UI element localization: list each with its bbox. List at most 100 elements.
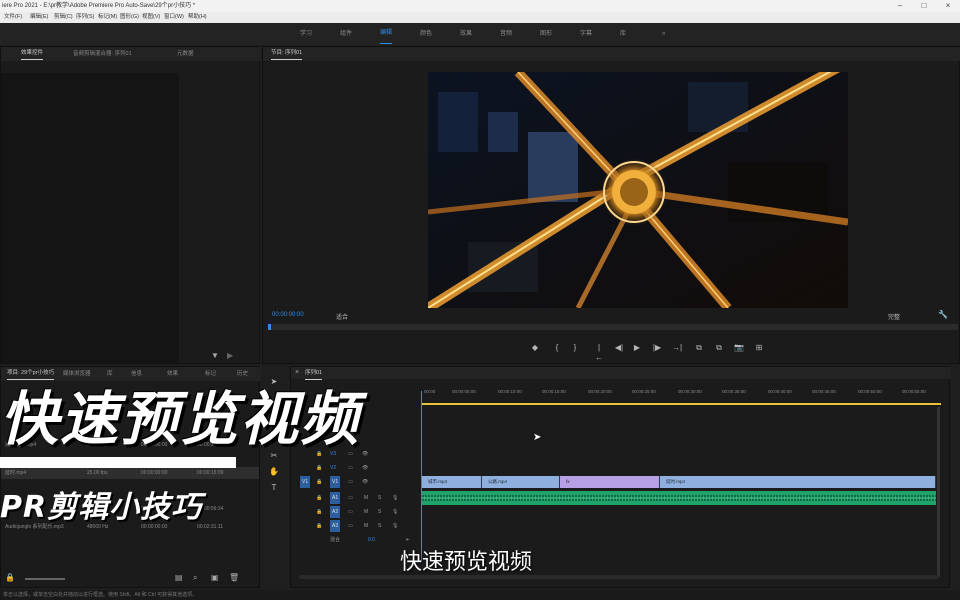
quality-dropdown[interactable]: 完整 [888,312,900,321]
clip-label: 延时.mp4 [666,479,686,484]
maximize-icon[interactable]: □ [912,0,936,12]
tab-program[interactable]: 节目: 序列01 [271,47,303,60]
lock-icon[interactable]: 🔒 [316,520,322,532]
workspace-learning[interactable]: 学习 [300,23,312,45]
track-header-v1[interactable]: V1 🔒 V1 ▭ 👁 [296,476,421,488]
workspace-audio[interactable]: 音频 [500,23,512,45]
go-to-in-icon[interactable]: |← [594,343,604,362]
menu-sequence[interactable]: 序列(S) [76,12,94,23]
export-frame-icon[interactable]: 📷 [734,343,744,353]
workspace-color[interactable]: 颜色 [420,23,432,45]
mic-icon[interactable]: 🎙 [392,492,398,504]
close-icon[interactable]: × [936,0,960,12]
program-video-frame[interactable] [428,72,848,308]
lift-icon[interactable]: ⧉ [694,343,704,353]
audio-clip-a1[interactable] [422,491,936,505]
play-icon[interactable]: ▶ [632,343,642,353]
ruler-tick: 00:00:55:00 [902,389,926,394]
mic-icon[interactable]: 🎙 [392,506,398,518]
solo-icon[interactable]: S [378,520,381,532]
monitor-playhead[interactable] [268,324,271,330]
menu-marker[interactable]: 标记(M) [98,12,117,23]
solo-icon[interactable]: S [378,506,381,518]
menu-edit[interactable]: 编辑(E) [30,12,48,23]
monitor-scrubber[interactable] [268,324,958,330]
menu-window[interactable]: 窗口(W) [164,12,184,23]
clear-icon[interactable]: 🗑 [229,573,239,582]
lock-icon[interactable]: 🔒 [316,476,322,488]
timeline-vertical-scrollbar[interactable] [937,407,940,577]
track-header-a1[interactable]: 🔒 A1 ▭ M S 🎙 [296,492,421,504]
mark-in-icon[interactable]: { [552,343,562,353]
menu-graphics[interactable]: 图形(G) [120,12,139,23]
timeline-horizontal-scrollbar[interactable] [299,575,939,579]
minimize-icon[interactable]: – [888,0,912,12]
sync-icon[interactable]: ▭ [348,476,353,488]
project-footer: 🔒 ▤ ⌕ ▣ 🗑 [5,573,255,585]
workspace-more-icon[interactable]: » [662,23,665,45]
workspace-effects[interactable]: 效果 [460,23,472,45]
mute-icon[interactable]: M [364,520,368,532]
menu-view[interactable]: 视图(V) [142,12,160,23]
menu-file[interactable]: 文件(F) [4,12,22,23]
workspace-libraries[interactable]: 库 [620,23,626,45]
sync-icon[interactable]: ▭ [348,520,353,532]
lock-icon[interactable]: 🔒 [316,462,322,474]
track-header-a2[interactable]: 🔒 A2 ▭ M S 🎙 [296,506,421,518]
overlay-white-bar [0,457,236,468]
window-titlebar: iere Pro 2021 - E:\pr教学\Adobe Premiere P… [0,0,960,12]
sync-icon[interactable]: ▭ [348,506,353,518]
filter-icon[interactable]: ▼ [211,351,219,360]
video-clip[interactable]: 城市.mp4 [422,476,482,488]
go-to-out-icon[interactable]: →| [672,343,682,353]
eye-icon[interactable]: 👁 [362,476,368,488]
solo-icon[interactable]: S [378,492,381,504]
source-patch-v1[interactable]: V1 [300,476,311,488]
project-item[interactable]: 延时.mp4 25.00 fps 00:00:00:00 00:00:15:09 [1,467,259,479]
ruler-tick: 00:00:35:00 [722,389,746,394]
program-timecode[interactable]: 00:00:00:00 [272,312,304,318]
track-header-a3[interactable]: 🔒 A3 ▭ M S 🎙 [296,520,421,532]
lock-icon[interactable]: 🔒 [316,492,322,504]
step-back-icon[interactable]: ◀| [614,343,624,353]
menu-help[interactable]: 帮助(H) [188,12,207,23]
mic-icon[interactable]: 🎙 [392,520,398,532]
video-clip[interactable]: 公路.mp4 [482,476,560,488]
video-clip[interactable]: fx [560,476,660,488]
lock-icon[interactable]: 🔒 [5,573,15,582]
new-bin-icon[interactable]: ▤ [175,573,183,582]
tab-metadata[interactable]: 元数据 [177,47,194,61]
workspace-assembly[interactable]: 组件 [340,23,352,45]
workspace-captions[interactable]: 字幕 [580,23,592,45]
work-area-bar[interactable] [421,403,941,405]
fit-dropdown[interactable]: 适合 [336,312,348,321]
menu-clip[interactable]: 剪辑(C) [54,12,73,23]
step-forward-icon[interactable]: |▶ [652,343,662,353]
video-clip[interactable]: 延时.mp4 [660,476,936,488]
sync-icon[interactable]: ▭ [348,492,353,504]
comparison-view-icon[interactable]: ⊞ [754,343,764,353]
clip-label: fx [566,479,570,484]
lock-icon[interactable]: 🔒 [316,506,322,518]
wrench-icon[interactable]: 🔧 [938,310,948,319]
tab-audio-clip-mixer[interactable]: 音频剪辑混合器: 序列01 [73,47,132,61]
play-only-audio-icon[interactable]: ▶ [227,351,233,360]
workspace-editing[interactable]: 编辑 [380,23,393,44]
project-item-name: 延时.mp4 [5,470,27,476]
add-marker-icon[interactable]: ◆ [530,343,540,353]
mark-out-icon[interactable]: } [570,343,580,353]
track-header-v2[interactable]: 🔒 V2 ▭ 👁 [296,462,421,474]
tab-effect-controls[interactable]: 效果控件 [21,47,44,60]
mute-icon[interactable]: M [364,506,368,518]
type-tool-icon[interactable]: T [268,482,280,494]
zoom-slider[interactable] [25,578,65,580]
extract-icon[interactable]: ⧉ [714,343,724,353]
search-icon[interactable]: ⌕ [193,573,197,583]
sync-icon[interactable]: ▭ [348,462,353,474]
mute-icon[interactable]: M [364,492,368,504]
eye-icon[interactable]: 👁 [362,462,368,474]
new-item-icon[interactable]: ▣ [211,573,219,582]
master-volume[interactable]: 0.0 [368,534,375,546]
workspace-graphics[interactable]: 图形 [540,23,552,45]
hand-tool-icon[interactable]: ✋ [268,466,280,478]
